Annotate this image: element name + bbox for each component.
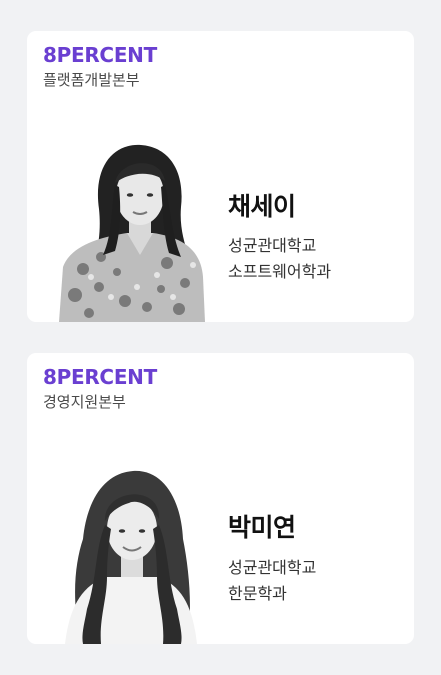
profile-card: 8PERCENT 플랫폼개발본부 채세이 성균관대학교 소프트웨어학과 xyxy=(27,31,414,322)
profile-photo xyxy=(41,137,211,322)
person-name: 박미연 xyxy=(228,513,296,542)
person-name: 채세이 xyxy=(228,192,296,221)
department-label: 경영지원본부 xyxy=(43,393,126,411)
company-name: 8PERCENT xyxy=(43,365,157,389)
major-name: 한문학과 xyxy=(228,584,287,603)
school-name: 성균관대학교 xyxy=(228,236,317,255)
profile-photo xyxy=(41,459,211,644)
company-name: 8PERCENT xyxy=(43,43,157,67)
profile-card: 8PERCENT 경영지원본부 박미연 성균관대학교 한문학과 xyxy=(27,353,414,644)
department-label: 플랫폼개발본부 xyxy=(43,71,140,89)
school-name: 성균관대학교 xyxy=(228,558,317,577)
major-name: 소프트웨어학과 xyxy=(228,262,332,281)
